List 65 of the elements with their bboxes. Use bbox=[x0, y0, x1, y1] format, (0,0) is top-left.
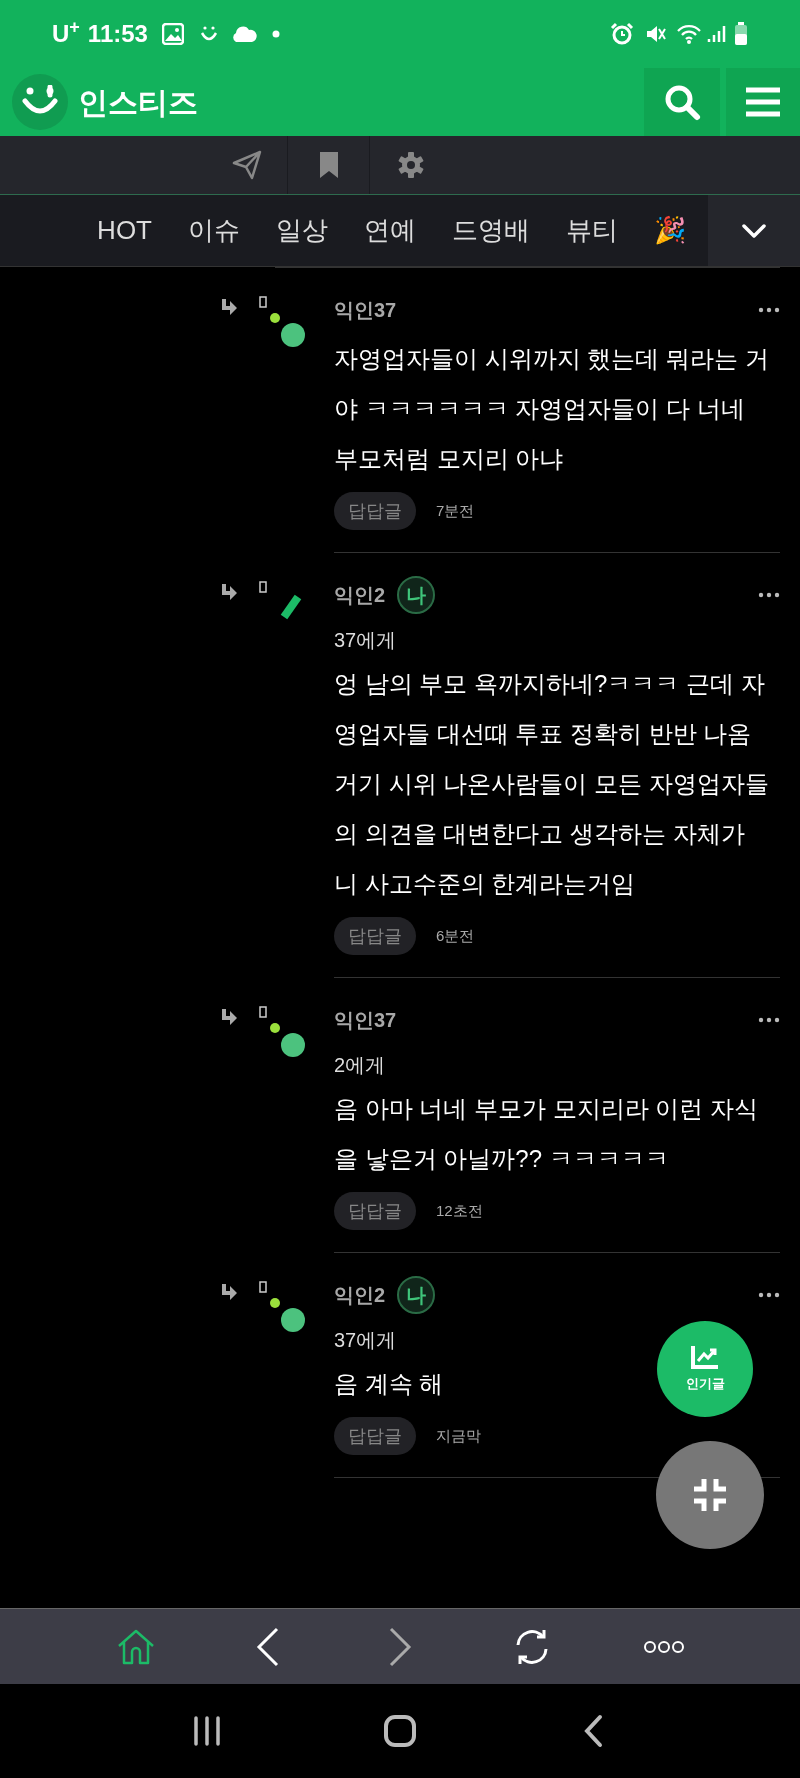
reply-recipient: 37에게 bbox=[334, 628, 398, 653]
comment-time: 지금막 bbox=[436, 1425, 481, 1446]
clock-text: 11:53 bbox=[87, 19, 148, 49]
reply-button[interactable]: 답답글 bbox=[334, 1417, 416, 1455]
back-icon bbox=[255, 1626, 281, 1667]
trending-chart-icon bbox=[690, 1344, 720, 1371]
signal-icon bbox=[706, 24, 726, 44]
avatar-icon bbox=[268, 1022, 306, 1058]
back-nav-icon bbox=[582, 1714, 605, 1748]
recent-apps-icon bbox=[191, 1716, 222, 1746]
me-badge: 나 bbox=[397, 1276, 436, 1314]
glyph-box-icon bbox=[259, 581, 267, 593]
comment-text: 음 아마 너네 부모가 모지리라 이런 자식을 낳은거 아닐까?? ㅋㅋㅋㅋㅋ bbox=[334, 1094, 759, 1174]
logo-icon[interactable] bbox=[12, 74, 68, 130]
battery-icon bbox=[734, 22, 748, 46]
menu-icon bbox=[744, 87, 782, 117]
glyph-box-icon bbox=[259, 296, 267, 308]
reply-recipient: 2에게 bbox=[334, 1053, 387, 1078]
dot-icon bbox=[271, 30, 280, 38]
more-options-icon[interactable] bbox=[758, 305, 780, 315]
comment-time: 7분전 bbox=[436, 500, 475, 521]
forward-icon bbox=[387, 1626, 413, 1667]
comment-text: 음 계속 해 bbox=[334, 1369, 445, 1399]
reply-button[interactable]: 답답글 bbox=[334, 1192, 416, 1230]
author-name: 익인37 bbox=[334, 298, 397, 323]
paper-plane-icon bbox=[231, 150, 262, 180]
more-options-icon[interactable] bbox=[758, 1290, 780, 1300]
home-icon bbox=[116, 1627, 156, 1666]
comment-time: 6분전 bbox=[436, 925, 475, 946]
more-options-icon[interactable] bbox=[758, 1015, 780, 1025]
comment-text: 엉 남의 부모 욕까지하네?ㅋㅋㅋ 근데 자영업자들 대선때 투표 정확히 반반 나옴 거기 시위 나온사람들이 모든 자영업자들의 의견을 대변한다고 생각하는 자체가 니 사고수준의 한계라는거임 bbox=[334, 669, 770, 899]
author-name: 익인37 bbox=[334, 1008, 397, 1033]
menu-button[interactable] bbox=[726, 68, 800, 136]
category-tab[interactable]: 드영배 bbox=[452, 211, 530, 250]
author-name: 익인2 bbox=[334, 583, 386, 608]
avatar-icon bbox=[268, 312, 306, 348]
image-icon bbox=[161, 23, 184, 45]
more-options-icon[interactable] bbox=[758, 590, 780, 600]
bookmark-icon bbox=[318, 151, 339, 179]
category-tab[interactable]: 뷰티 bbox=[566, 211, 618, 250]
search-button[interactable] bbox=[644, 68, 720, 136]
collapse-icon bbox=[692, 1477, 728, 1513]
alarm-icon bbox=[610, 22, 634, 46]
author-name: 익인2 bbox=[334, 1283, 386, 1308]
reply-button[interactable]: 답답글 bbox=[334, 492, 416, 530]
avatar-icon bbox=[280, 593, 302, 621]
home-nav-icon bbox=[383, 1714, 417, 1748]
category-tab[interactable]: 🎉 bbox=[654, 211, 686, 250]
wifi-icon bbox=[676, 23, 702, 45]
glyph-box-icon bbox=[259, 1281, 267, 1293]
more-icon bbox=[643, 1639, 685, 1654]
reply-recipient: 37에게 bbox=[334, 1328, 398, 1353]
me-badge: 나 bbox=[397, 576, 436, 614]
comment-text: 자영업자들이 시위까지 했는데 뭐라는 거야 ㅋㅋㅋㅋㅋㅋ 자영업자들이 다 너네 부모처럼 모지리 아냐 bbox=[334, 344, 770, 474]
avatar-icon bbox=[268, 1297, 306, 1333]
settings-icon bbox=[397, 151, 425, 179]
category-tab[interactable]: 연예 bbox=[364, 211, 416, 250]
carrier-text: U$^{+}$ bbox=[52, 16, 80, 49]
category-tab[interactable]: HOT bbox=[97, 211, 152, 250]
glyph-box-icon bbox=[259, 1006, 267, 1018]
reply-button[interactable]: 답답글 bbox=[334, 917, 416, 955]
comment-time: 12초전 bbox=[436, 1200, 483, 1221]
category-tab[interactable]: 일상 bbox=[276, 211, 328, 250]
chevron-down-icon bbox=[741, 222, 767, 239]
category-tab[interactable]: 이슈 bbox=[188, 211, 240, 250]
